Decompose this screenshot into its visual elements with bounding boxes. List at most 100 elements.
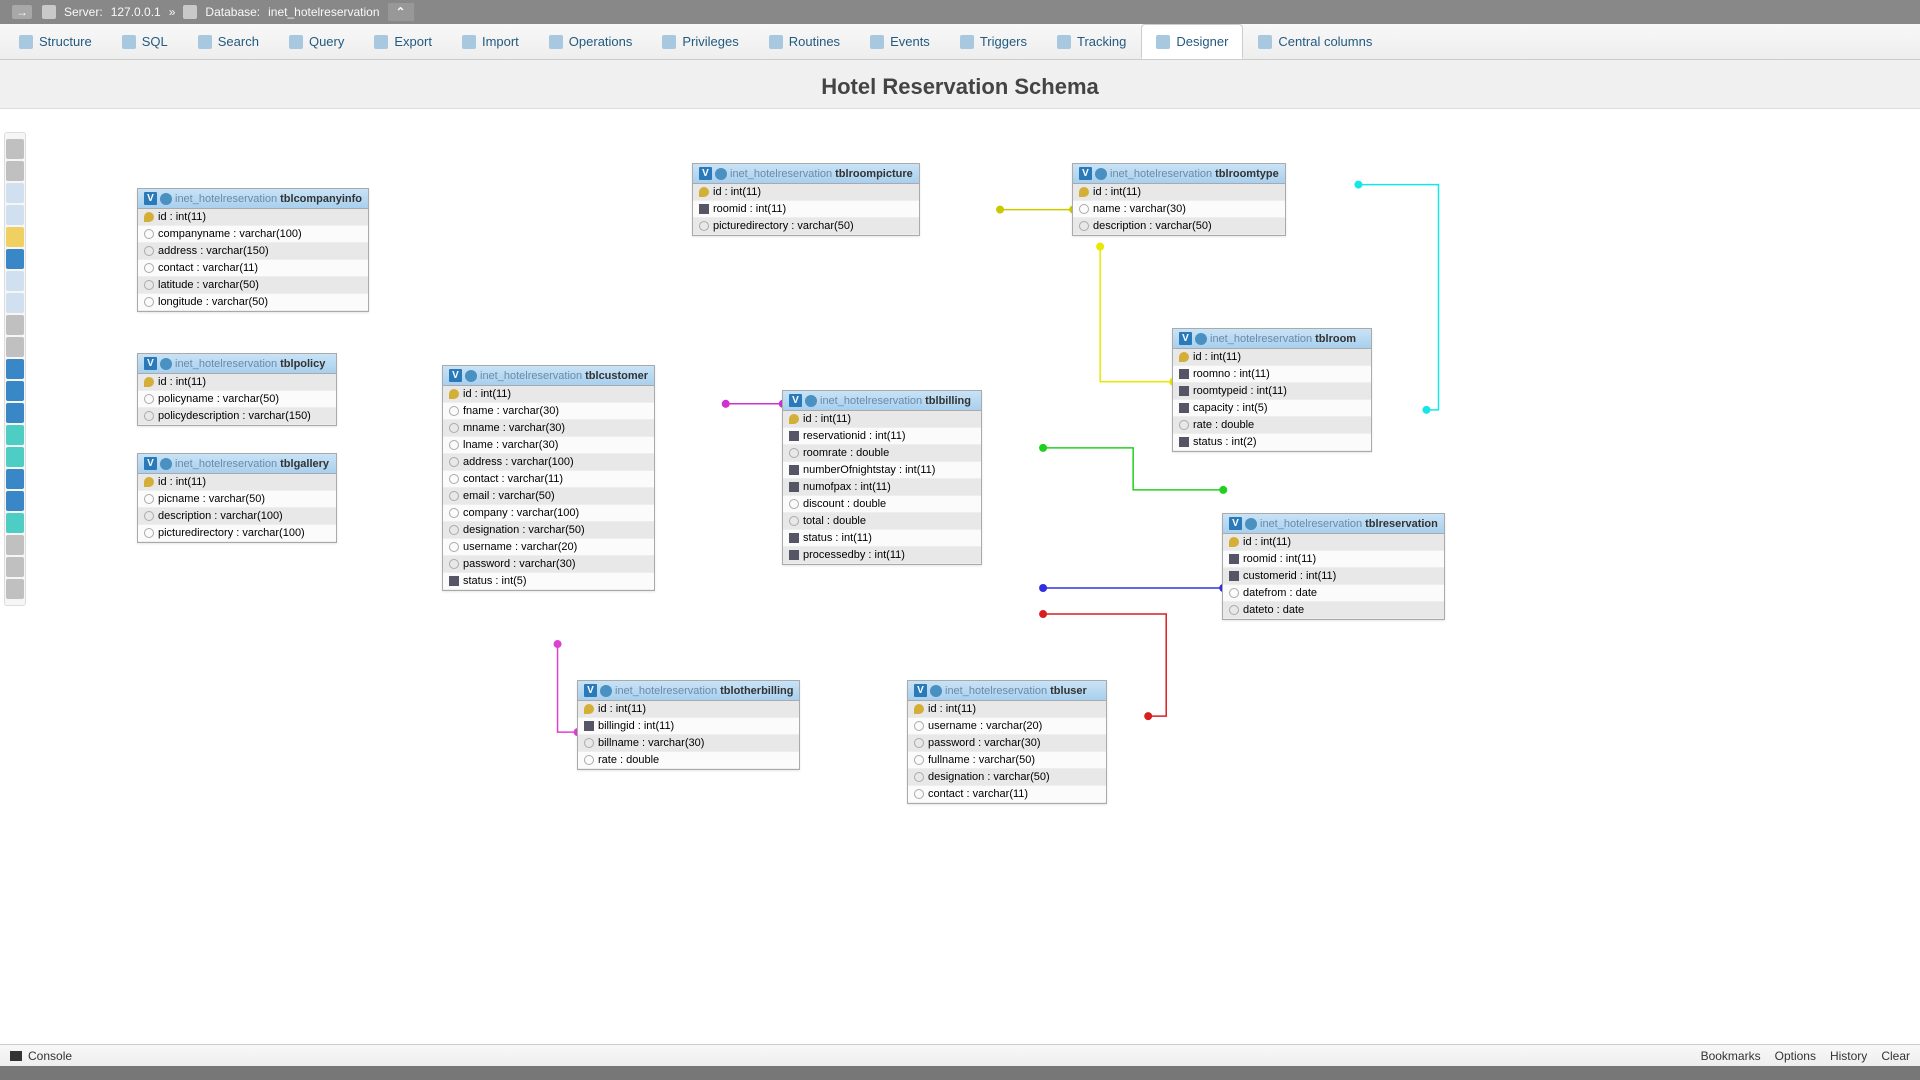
- table-tbluser[interactable]: Vinet_hotelreservation tbluserid : int(1…: [907, 680, 1107, 804]
- clear-link[interactable]: Clear: [1881, 1049, 1910, 1063]
- column-row[interactable]: id : int(11): [693, 184, 919, 201]
- column-row[interactable]: description : varchar(100): [138, 508, 336, 525]
- column-row[interactable]: reservationid : int(11): [783, 428, 981, 445]
- database-value[interactable]: inet_hotelreservation: [268, 5, 379, 19]
- tab-triggers[interactable]: Triggers: [945, 24, 1042, 59]
- table-header[interactable]: Vinet_hotelreservation tblotherbilling: [578, 681, 799, 701]
- tool-icon[interactable]: [6, 513, 24, 533]
- table-tblpolicy[interactable]: Vinet_hotelreservation tblpolicyid : int…: [137, 353, 337, 426]
- column-row[interactable]: capacity : int(5): [1173, 400, 1371, 417]
- gear-icon[interactable]: [1195, 333, 1207, 345]
- column-row[interactable]: username : varchar(20): [443, 539, 654, 556]
- column-row[interactable]: picturedirectory : varchar(100): [138, 525, 336, 542]
- gear-icon[interactable]: [160, 358, 172, 370]
- column-row[interactable]: picturedirectory : varchar(50): [693, 218, 919, 235]
- tool-icon[interactable]: [6, 139, 24, 159]
- collapse-icon[interactable]: →: [12, 5, 32, 19]
- gear-icon[interactable]: [930, 685, 942, 697]
- gear-icon[interactable]: [160, 193, 172, 205]
- column-row[interactable]: designation : varchar(50): [443, 522, 654, 539]
- column-row[interactable]: rate : double: [1173, 417, 1371, 434]
- tool-icon[interactable]: [6, 293, 24, 313]
- column-row[interactable]: policyname : varchar(50): [138, 391, 336, 408]
- tool-icon[interactable]: [6, 447, 24, 467]
- table-header[interactable]: Vinet_hotelreservation tbluser: [908, 681, 1106, 701]
- table-header[interactable]: Vinet_hotelreservation tblroom: [1173, 329, 1371, 349]
- column-row[interactable]: mname : varchar(30): [443, 420, 654, 437]
- designer-canvas[interactable]: Vinet_hotelreservation tblcompanyinfoid …: [32, 128, 1914, 1036]
- column-row[interactable]: billname : varchar(30): [578, 735, 799, 752]
- tool-icon[interactable]: [6, 469, 24, 489]
- tab-routines[interactable]: Routines: [754, 24, 855, 59]
- column-row[interactable]: id : int(11): [443, 386, 654, 403]
- tool-icon[interactable]: [6, 315, 24, 335]
- tool-icon[interactable]: [6, 205, 24, 225]
- column-row[interactable]: email : varchar(50): [443, 488, 654, 505]
- column-row[interactable]: contact : varchar(11): [443, 471, 654, 488]
- gear-icon[interactable]: [715, 168, 727, 180]
- column-row[interactable]: id : int(11): [908, 701, 1106, 718]
- tab-export[interactable]: Export: [359, 24, 447, 59]
- column-row[interactable]: address : varchar(100): [443, 454, 654, 471]
- column-row[interactable]: fullname : varchar(50): [908, 752, 1106, 769]
- column-row[interactable]: datefrom : date: [1223, 585, 1444, 602]
- tab-structure[interactable]: Structure: [4, 24, 107, 59]
- column-row[interactable]: designation : varchar(50): [908, 769, 1106, 786]
- column-row[interactable]: roomtypeid : int(11): [1173, 383, 1371, 400]
- column-row[interactable]: status : int(2): [1173, 434, 1371, 451]
- bookmarks-link[interactable]: Bookmarks: [1701, 1049, 1761, 1063]
- tab-privileges[interactable]: Privileges: [647, 24, 753, 59]
- column-row[interactable]: id : int(11): [138, 474, 336, 491]
- column-row[interactable]: customerid : int(11): [1223, 568, 1444, 585]
- column-row[interactable]: longitude : varchar(50): [138, 294, 368, 311]
- column-row[interactable]: roomrate : double: [783, 445, 981, 462]
- tool-icon[interactable]: [6, 425, 24, 445]
- column-row[interactable]: companyname : varchar(100): [138, 226, 368, 243]
- column-row[interactable]: username : varchar(20): [908, 718, 1106, 735]
- table-header[interactable]: Vinet_hotelreservation tblgallery: [138, 454, 336, 474]
- tool-icon[interactable]: [6, 557, 24, 577]
- column-row[interactable]: id : int(11): [783, 411, 981, 428]
- column-row[interactable]: lname : varchar(30): [443, 437, 654, 454]
- column-row[interactable]: roomno : int(11): [1173, 366, 1371, 383]
- fullscreen-icon[interactable]: [6, 161, 24, 181]
- table-tblbilling[interactable]: Vinet_hotelreservation tblbillingid : in…: [782, 390, 982, 565]
- column-row[interactable]: id : int(11): [138, 374, 336, 391]
- column-row[interactable]: numofpax : int(11): [783, 479, 981, 496]
- gear-icon[interactable]: [600, 685, 612, 697]
- column-row[interactable]: picname : varchar(50): [138, 491, 336, 508]
- tab-tracking[interactable]: Tracking: [1042, 24, 1141, 59]
- table-tblroomtype[interactable]: Vinet_hotelreservation tblroomtypeid : i…: [1072, 163, 1286, 236]
- column-row[interactable]: id : int(11): [578, 701, 799, 718]
- gear-icon[interactable]: [1095, 168, 1107, 180]
- column-row[interactable]: total : double: [783, 513, 981, 530]
- table-header[interactable]: Vinet_hotelreservation tblreservation: [1223, 514, 1444, 534]
- table-tblroompicture[interactable]: Vinet_hotelreservation tblroompictureid …: [692, 163, 920, 236]
- help-icon[interactable]: [6, 403, 24, 423]
- table-tblcustomer[interactable]: Vinet_hotelreservation tblcustomerid : i…: [442, 365, 655, 591]
- tool-icon[interactable]: [6, 535, 24, 555]
- table-header[interactable]: Vinet_hotelreservation tblcustomer: [443, 366, 654, 386]
- table-header[interactable]: Vinet_hotelreservation tblbilling: [783, 391, 981, 411]
- table-tblroom[interactable]: Vinet_hotelreservation tblroomid : int(1…: [1172, 328, 1372, 452]
- column-row[interactable]: numberOfnightstay : int(11): [783, 462, 981, 479]
- gear-icon[interactable]: [465, 370, 477, 382]
- column-row[interactable]: dateto : date: [1223, 602, 1444, 619]
- column-row[interactable]: fname : varchar(30): [443, 403, 654, 420]
- column-row[interactable]: id : int(11): [1223, 534, 1444, 551]
- column-row[interactable]: address : varchar(150): [138, 243, 368, 260]
- gear-icon[interactable]: [1245, 518, 1257, 530]
- save-icon[interactable]: [6, 249, 24, 269]
- tool-icon[interactable]: [6, 227, 24, 247]
- column-row[interactable]: status : int(11): [783, 530, 981, 547]
- table-tblcompanyinfo[interactable]: Vinet_hotelreservation tblcompanyinfoid …: [137, 188, 369, 312]
- column-row[interactable]: name : varchar(30): [1073, 201, 1285, 218]
- tab-sql[interactable]: SQL: [107, 24, 183, 59]
- tool-icon[interactable]: [6, 337, 24, 357]
- column-row[interactable]: id : int(11): [1073, 184, 1285, 201]
- tool-icon[interactable]: [6, 183, 24, 203]
- anchor-icon[interactable]: [6, 579, 24, 599]
- gear-icon[interactable]: [805, 395, 817, 407]
- tab-search[interactable]: Search: [183, 24, 274, 59]
- column-row[interactable]: rate : double: [578, 752, 799, 769]
